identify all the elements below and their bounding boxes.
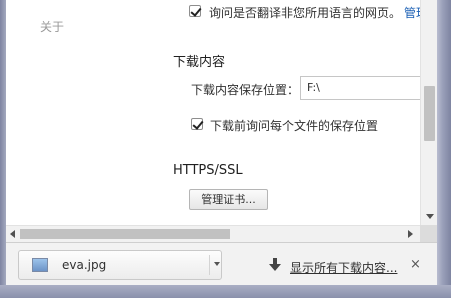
chevron-down-icon[interactable] <box>214 262 220 266</box>
translate-checkbox[interactable] <box>189 5 202 17</box>
settings-content: 关于 询问是否翻译非您所用语言的网页。 管理 下载内容 下载内容保存位置： F:… <box>6 0 420 225</box>
translate-label: 询问是否翻译非您所用语言的网页。 <box>209 6 402 20</box>
ask-location-checkbox[interactable] <box>191 118 204 130</box>
scroll-right-arrow-icon[interactable] <box>408 230 413 238</box>
vertical-scroll-thumb[interactable] <box>424 86 435 141</box>
scroll-left-arrow-icon[interactable] <box>10 230 15 238</box>
download-file-name: eva.jpg <box>62 258 107 272</box>
close-icon[interactable]: × <box>410 257 421 272</box>
browser-window: 关于 询问是否翻译非您所用语言的网页。 管理 下载内容 下载内容保存位置： F:… <box>6 0 437 285</box>
settings-sidebar: 关于 <box>6 0 156 225</box>
manage-languages-link[interactable]: 管理 <box>404 4 420 21</box>
download-location-field[interactable]: F:\ <box>300 76 420 100</box>
horizontal-scrollbar[interactable] <box>6 225 420 242</box>
show-all-downloads-link[interactable]: 显示所有下载内容... <box>290 259 397 276</box>
manage-certificates-button[interactable]: 管理证书... <box>189 189 268 210</box>
download-item-divider <box>209 255 210 275</box>
vertical-scrollbar[interactable] <box>420 0 437 225</box>
horizontal-scroll-thumb[interactable] <box>20 229 230 239</box>
scroll-down-arrow-icon[interactable] <box>426 214 434 219</box>
download-arrow-icon <box>269 258 281 271</box>
download-item[interactable]: eva.jpg <box>18 250 222 280</box>
https-heading: HTTPS/SSL <box>173 163 243 178</box>
ask-location-label: 下载前询问每个文件的保存位置 <box>210 119 379 133</box>
checkmark-icon <box>190 5 202 17</box>
checkmark-icon <box>192 118 204 130</box>
download-shelf: eva.jpg 显示所有下载内容... × <box>6 242 437 285</box>
image-file-icon <box>32 258 48 272</box>
scrollbar-corner <box>420 225 437 242</box>
downloads-heading: 下载内容 <box>173 55 226 70</box>
window-frame-bottom <box>0 285 451 298</box>
sidebar-item-about[interactable]: 关于 <box>40 18 64 35</box>
window-frame-right <box>437 0 451 298</box>
download-location-label: 下载内容保存位置： <box>191 83 300 97</box>
